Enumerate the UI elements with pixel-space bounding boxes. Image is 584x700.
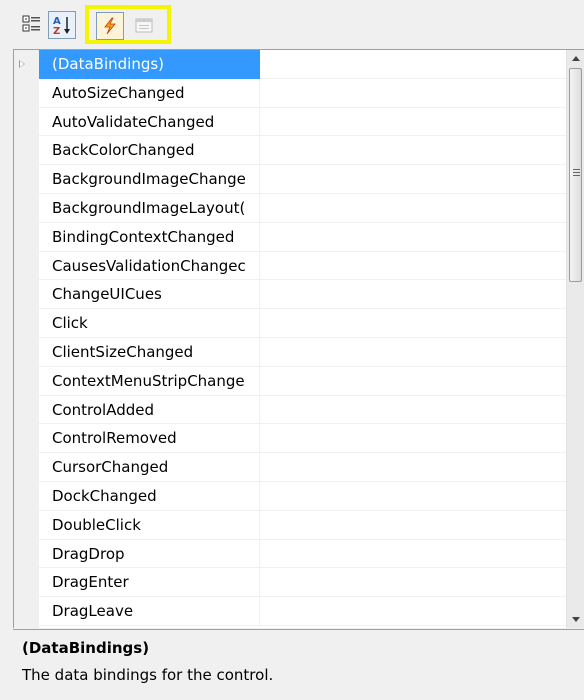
- svg-text:Z: Z: [53, 26, 60, 36]
- property-name[interactable]: ChangeUICues: [39, 280, 260, 310]
- arrow-down-icon: [571, 617, 580, 622]
- property-name[interactable]: Click: [39, 309, 260, 338]
- property-row[interactable]: ControlRemoved: [39, 424, 567, 454]
- property-value[interactable]: [260, 136, 567, 166]
- property-grid: (DataBindings) AutoSizeChanged AutoValidat…: [13, 49, 584, 628]
- property-name[interactable]: DragEnter: [39, 568, 260, 598]
- description-text: The data bindings for the control.: [22, 666, 274, 684]
- property-row[interactable]: BackColorChanged: [39, 136, 567, 166]
- property-value[interactable]: [260, 396, 567, 425]
- property-row[interactable]: ClientSizeChanged: [39, 337, 567, 367]
- property-name[interactable]: ControlAdded: [39, 395, 260, 425]
- property-name[interactable]: CausesValidationChangec: [39, 251, 260, 281]
- property-value[interactable]: [260, 540, 567, 569]
- property-row[interactable]: BackgroundImageLayout(: [39, 193, 567, 223]
- property-row[interactable]: ControlAdded: [39, 395, 567, 425]
- arrow-up-icon: [571, 56, 580, 61]
- lightning-icon: [104, 17, 116, 35]
- property-value[interactable]: [260, 223, 567, 252]
- property-row[interactable]: DockChanged: [39, 481, 567, 511]
- property-value[interactable]: [260, 367, 567, 396]
- property-row[interactable]: ChangeUICues: [39, 280, 567, 310]
- property-pages-button[interactable]: [133, 15, 155, 37]
- property-row[interactable]: DragEnter: [39, 568, 567, 598]
- property-name[interactable]: ContextMenuStripChange: [39, 366, 260, 396]
- grip-icon: [573, 169, 580, 178]
- property-value[interactable]: [260, 424, 567, 454]
- property-value[interactable]: [260, 453, 567, 482]
- grid-gutter: [14, 50, 39, 628]
- scroll-up-button[interactable]: [567, 50, 584, 67]
- property-name[interactable]: AutoSizeChanged: [39, 78, 260, 108]
- property-rows: (DataBindings) AutoSizeChanged AutoValidat…: [19, 50, 567, 626]
- property-name[interactable]: DragDrop: [39, 539, 260, 569]
- property-value[interactable]: [260, 165, 567, 194]
- property-value[interactable]: [260, 50, 567, 79]
- property-name[interactable]: DragLeave: [39, 597, 260, 626]
- property-row[interactable]: CursorChanged: [39, 453, 567, 482]
- description-title: (DataBindings): [22, 639, 150, 657]
- property-value[interactable]: [260, 194, 567, 223]
- property-row[interactable]: BackgroundImageChange: [39, 165, 567, 194]
- property-value[interactable]: [260, 568, 567, 598]
- property-name[interactable]: (DataBindings): [39, 50, 260, 79]
- property-name[interactable]: BackgroundImageLayout(: [39, 193, 260, 223]
- scroll-thumb[interactable]: [569, 68, 582, 282]
- property-row[interactable]: DoubleClick: [39, 510, 567, 540]
- property-name[interactable]: CursorChanged: [39, 453, 260, 482]
- property-name[interactable]: DoubleClick: [39, 510, 260, 540]
- scroll-down-button[interactable]: [567, 611, 584, 628]
- property-value[interactable]: [260, 79, 567, 108]
- categorized-button[interactable]: [21, 13, 43, 35]
- property-row[interactable]: DragLeave: [39, 597, 567, 626]
- property-value[interactable]: [260, 309, 567, 338]
- property-name[interactable]: ControlRemoved: [39, 424, 260, 454]
- property-name[interactable]: BackgroundImageChange: [39, 165, 260, 194]
- property-toolbar: A Z: [0, 0, 584, 49]
- property-name[interactable]: BindingContextChanged: [39, 222, 260, 252]
- property-value[interactable]: [260, 280, 567, 310]
- property-value[interactable]: [260, 511, 567, 540]
- property-name[interactable]: DockChanged: [39, 481, 260, 511]
- property-value[interactable]: [260, 482, 567, 511]
- property-row[interactable]: AutoSizeChanged: [39, 78, 567, 108]
- property-name[interactable]: AutoValidateChanged: [39, 107, 260, 137]
- property-pages-icon: [135, 18, 153, 33]
- events-button[interactable]: [96, 12, 124, 40]
- property-value[interactable]: [260, 252, 567, 281]
- alphabetical-button[interactable]: A Z: [48, 11, 76, 39]
- property-value[interactable]: [260, 108, 567, 137]
- property-name[interactable]: ClientSizeChanged: [39, 337, 260, 367]
- property-row[interactable]: DragDrop: [39, 539, 567, 569]
- categorized-icon: [22, 15, 40, 32]
- expand-triangle-icon[interactable]: [19, 60, 25, 68]
- property-row[interactable]: (DataBindings): [19, 50, 567, 79]
- property-value[interactable]: [260, 338, 567, 367]
- property-row[interactable]: ContextMenuStripChange: [39, 366, 567, 396]
- property-name[interactable]: BackColorChanged: [39, 136, 260, 166]
- vertical-scrollbar[interactable]: [566, 50, 584, 628]
- description-panel: (DataBindings) The data bindings for the…: [13, 629, 584, 700]
- property-row[interactable]: BindingContextChanged: [39, 222, 567, 252]
- property-row[interactable]: AutoValidateChanged: [39, 107, 567, 137]
- property-value[interactable]: [260, 597, 567, 626]
- alphabetical-icon: A Z: [53, 16, 70, 36]
- property-row[interactable]: Click: [39, 309, 567, 338]
- property-row[interactable]: CausesValidationChangec: [39, 251, 567, 281]
